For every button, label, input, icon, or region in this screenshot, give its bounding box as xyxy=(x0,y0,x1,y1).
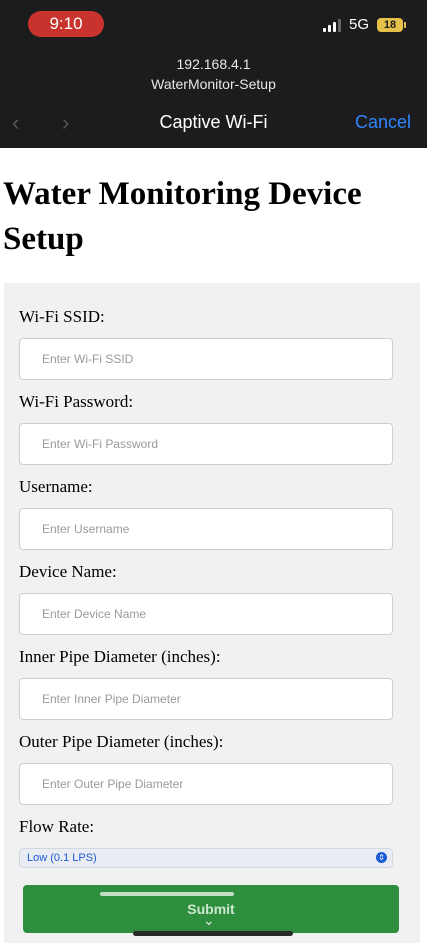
field-label: Device Name: xyxy=(19,562,117,581)
signal-icon xyxy=(322,18,341,32)
network-type: 5G xyxy=(348,16,369,33)
chevron-down-icon: ⌄ xyxy=(203,912,215,928)
field-label: Flow Rate: xyxy=(19,817,95,836)
field-label: Outer Pipe Diameter (inches): xyxy=(19,732,224,751)
outer-diameter-field: Outer Pipe Diameter (inches): Enter Oute… xyxy=(19,731,395,805)
browser-chrome: 9:10 5G 18 192.168.4.1 WaterMonitor-Setu… xyxy=(0,0,427,148)
address-text: 192.168.4.1 xyxy=(176,56,251,72)
field-label: Wi-Fi SSID: xyxy=(19,307,105,326)
network-name: WaterMonitor-Setup xyxy=(151,76,276,92)
wifi-ssid-field: Wi-Fi SSID: Enter Wi-Fi SSID xyxy=(19,306,395,380)
field-label: Inner Pipe Diameter (inches): xyxy=(19,647,221,666)
wifi-password-field: Wi-Fi Password: Enter Wi-Fi Password xyxy=(19,391,395,465)
cancel-button[interactable]: Cancel xyxy=(355,112,411,133)
field-label: Wi-Fi Password: xyxy=(19,392,134,411)
field-label: Username: xyxy=(19,477,93,496)
flow-rate-select[interactable]: Low (0.1 LPS) ⇕ xyxy=(19,848,393,868)
flow-rate-value: Low (0.1 LPS) xyxy=(27,852,97,864)
select-arrows-icon: ⇕ xyxy=(376,852,387,863)
page-title: Water Monitoring Device Setup xyxy=(3,176,362,257)
battery-icon: 18 xyxy=(377,17,406,32)
username-field: Username: Enter Username xyxy=(19,476,395,550)
inner-diameter-input[interactable]: Enter Inner Pipe Diameter xyxy=(19,678,393,720)
scroll-indicator xyxy=(100,892,234,896)
status-time: 9:10 xyxy=(28,11,104,37)
outer-diameter-input[interactable]: Enter Outer Pipe Diameter xyxy=(19,763,393,805)
device-name-field: Device Name: Enter Device Name xyxy=(19,561,395,635)
username-input[interactable]: Enter Username xyxy=(19,508,393,550)
flow-rate-field: Flow Rate: Low (0.1 LPS) ⇕ xyxy=(19,816,395,868)
home-indicator xyxy=(133,931,293,936)
status-indicators: 5G 18 xyxy=(322,16,406,33)
device-name-input[interactable]: Enter Device Name xyxy=(19,593,393,635)
browser-nav: ‹ › Captive Wi-Fi Cancel xyxy=(0,108,427,138)
wifi-password-input[interactable]: Enter Wi-Fi Password xyxy=(19,423,393,465)
wifi-ssid-input[interactable]: Enter Wi-Fi SSID xyxy=(19,338,393,380)
inner-diameter-field: Inner Pipe Diameter (inches): Enter Inne… xyxy=(19,646,395,720)
